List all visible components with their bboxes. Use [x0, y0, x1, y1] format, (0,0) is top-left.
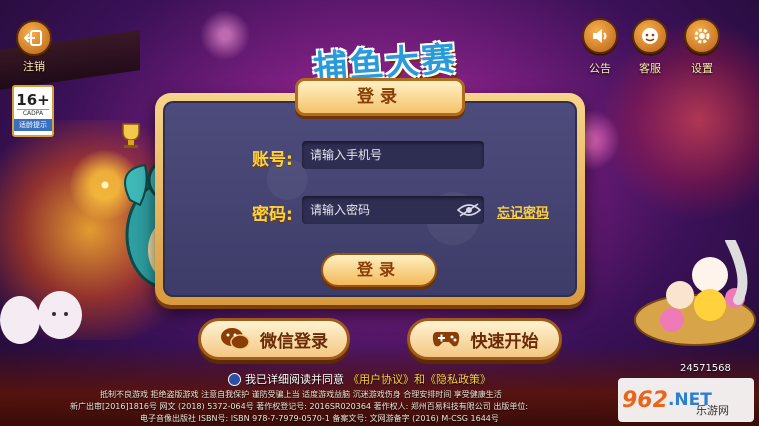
wechat-login-button[interactable]: 微信登录	[198, 318, 350, 360]
announcement-label: 公告	[589, 62, 611, 75]
agreement-checkbox[interactable]	[228, 372, 241, 386]
support-label: 客服	[639, 62, 661, 75]
logout-icon	[24, 30, 42, 46]
age-rating-number: 16+	[16, 91, 50, 109]
wechat-login-label: 微信登录	[260, 331, 328, 352]
legal-line-2: 新广出审[2016]1816号 网文 (2018) 5372-064号 著作权登…	[70, 402, 529, 411]
agreement-text: 我已详细阅读并同意	[245, 373, 344, 386]
settings-button[interactable]	[684, 18, 720, 54]
age-rating-org: CADPA	[17, 109, 49, 118]
wechat-icon	[221, 328, 250, 350]
gear-icon	[694, 28, 710, 44]
logout-button[interactable]	[16, 20, 52, 56]
eye-icon[interactable]	[457, 203, 481, 217]
legal-line-1: 抵制不良游戏 拒绝盗版游戏 注意自我保护 谨防受骗上当 适度游戏益脑 沉迷游戏伤…	[100, 390, 502, 399]
agreement-row: 我已详细阅读并同意 《用户协议》和《隐私政策》	[228, 371, 491, 387]
firework-burst	[200, 10, 250, 60]
login-panel-title: 登录	[295, 78, 465, 116]
speaker-icon	[593, 29, 607, 43]
dumpling-character	[0, 291, 82, 344]
watermark-sub: 乐游网	[696, 404, 729, 417]
trophy-icon	[122, 123, 140, 148]
dessert-bowl	[634, 240, 756, 346]
quick-start-button[interactable]: 快速开始	[407, 318, 562, 360]
support-face-icon	[642, 28, 658, 44]
watermark-brand: 962	[622, 387, 668, 413]
password-label: 密码:	[252, 205, 293, 225]
agreement-link[interactable]: 《用户协议》和《隐私政策》	[348, 371, 491, 387]
site-watermark: 962 .NET 乐游网	[618, 378, 754, 422]
lantern-glow-right	[599, 20, 759, 220]
gamepad-icon	[432, 332, 459, 347]
logout-label: 注销	[23, 60, 45, 73]
settings-label: 设置	[691, 62, 713, 75]
announcement-button[interactable]	[582, 18, 618, 54]
version-number: 24571568	[680, 363, 731, 374]
support-button[interactable]	[632, 18, 668, 54]
account-label: 账号:	[252, 150, 293, 170]
account-input[interactable]	[302, 141, 484, 169]
legal-line-3: 电子音像出版社 ISBN号: ISBN 978-7-7979-0570-1 备案…	[140, 414, 499, 423]
age-rating-tip: 适龄提示	[14, 119, 52, 131]
forgot-password-link[interactable]: 忘记密码	[497, 202, 549, 221]
age-rating-badge: 16+ CADPA 适龄提示	[12, 85, 54, 137]
quick-start-label: 快速开始	[470, 331, 539, 352]
login-button[interactable]: 登录	[321, 253, 437, 287]
